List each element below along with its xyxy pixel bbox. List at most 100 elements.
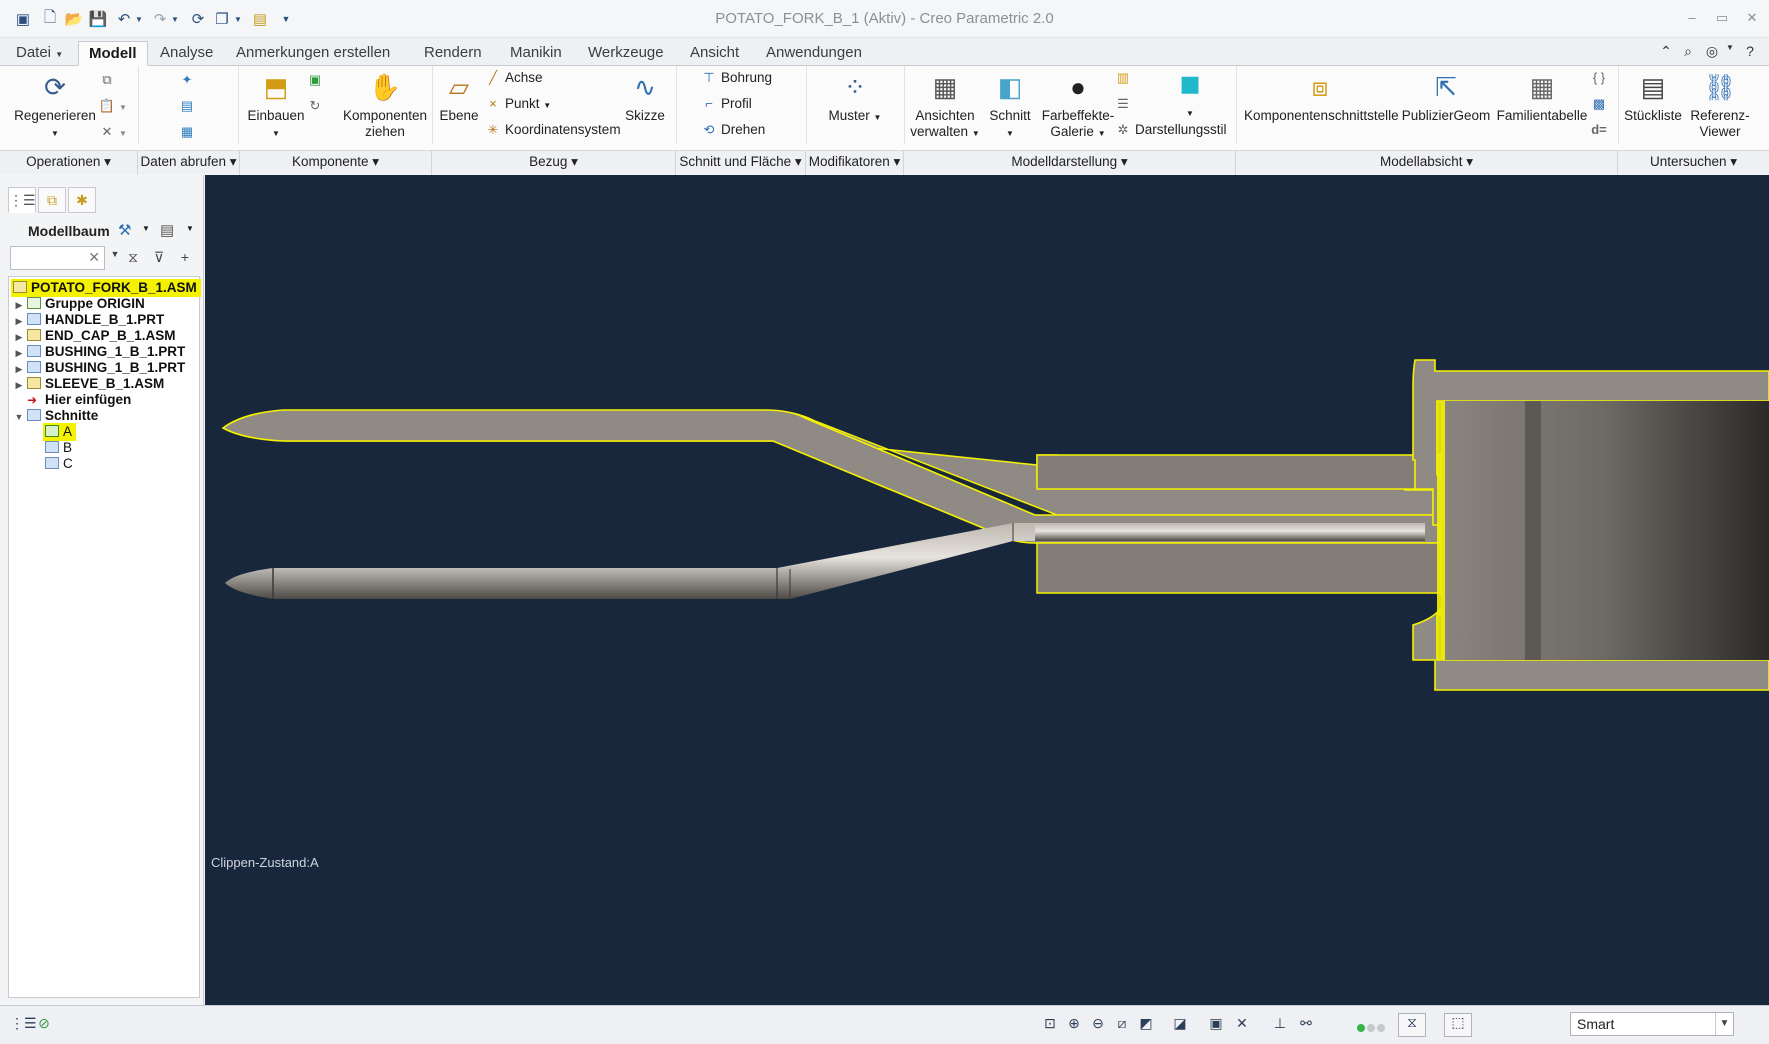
tree-settings-icon[interactable]: ⚒: [118, 221, 131, 239]
tab-werkzeuge[interactable]: Werkzeuge: [578, 41, 674, 66]
tab-anmerkungen-erstellen[interactable]: Anmerkungen erstellen: [226, 41, 400, 66]
model-tree-tab-icon[interactable]: ⋮☰: [8, 187, 36, 213]
find-binoculars-icon[interactable]: ⧖: [1398, 1013, 1426, 1037]
search-icon[interactable]: ⌕: [1678, 43, 1698, 61]
tab-ansicht[interactable]: Ansicht: [680, 41, 749, 66]
minimize-button[interactable]: –: [1680, 10, 1704, 28]
farbeffekte-galerie-button[interactable]: ● Farbeffekte- Galerie ▼: [1036, 70, 1120, 142]
paste-button[interactable]: 📋 ▼: [98, 96, 127, 116]
display-style-small-1[interactable]: ▥: [1114, 68, 1135, 88]
maximize-button[interactable]: ▭: [1710, 10, 1734, 28]
muster-button[interactable]: ⁘ Muster ▼: [820, 70, 890, 126]
tab-manikin[interactable]: Manikin: [500, 41, 572, 66]
search-dropdown-icon[interactable]: ▼: [106, 249, 124, 267]
tab-modell[interactable]: Modell: [78, 41, 148, 66]
tab-anwendungen[interactable]: Anwendungen: [756, 41, 872, 66]
group-komponente[interactable]: Komponente ▾: [240, 151, 432, 175]
minimize-ribbon-icon[interactable]: ⌃: [1656, 43, 1676, 61]
data-share-button[interactable]: ✦: [178, 70, 199, 90]
group-daten-abrufen[interactable]: Daten abrufen ▾: [138, 151, 240, 175]
tree-node-section-c[interactable]: C: [43, 455, 73, 473]
tree-search-input[interactable]: ✕: [10, 246, 105, 270]
tree-settings-dropdown-icon[interactable]: ▼: [142, 224, 150, 233]
regenerieren-button[interactable]: ⟳ Regenerieren ▼: [10, 70, 100, 142]
group-modellabsicht[interactable]: Modellabsicht ▾: [1236, 151, 1618, 175]
zoom-out-icon[interactable]: ⊖: [1088, 1015, 1108, 1035]
stueckliste-button[interactable]: ▤ Stückliste: [1618, 70, 1688, 124]
parameters-button[interactable]: { }: [1590, 68, 1611, 88]
close-button[interactable]: ✕: [1740, 10, 1764, 28]
group-schnitt-und-flaeche[interactable]: Schnitt und Fläche ▾: [676, 151, 806, 175]
graphics-viewport[interactable]: Clippen-Zustand:A: [205, 175, 1769, 1005]
binoculars-icon[interactable]: ⧖: [124, 249, 142, 267]
repaint-icon[interactable]: ⧄: [1112, 1015, 1132, 1035]
schnitt-button[interactable]: ◧ Schnitt ▼: [982, 70, 1038, 142]
komponentenschnittstelle-button[interactable]: ⧈ Komponentenschnittstelle: [1244, 70, 1399, 124]
community-icon[interactable]: ◎: [1702, 43, 1722, 61]
display-cube-button[interactable]: ◼ ▼: [1166, 66, 1214, 122]
node-label: BUSHING_1_B_1.PRT: [45, 360, 186, 375]
copy-button[interactable]: ⧉: [98, 70, 119, 90]
repeat-button[interactable]: ↻: [306, 96, 327, 116]
navigator-toggle-icon[interactable]: ⋮☰: [10, 1015, 37, 1035]
status-light-icon: [1357, 1024, 1365, 1032]
drehen-button[interactable]: ⟲ Drehen: [700, 120, 766, 140]
community-dropdown-icon[interactable]: ▼: [1720, 43, 1740, 61]
profil-button[interactable]: ⌐ Profil: [700, 94, 752, 114]
tab-analyse[interactable]: Analyse: [150, 41, 223, 66]
group-untersuchen[interactable]: Untersuchen ▾: [1618, 151, 1769, 175]
clear-search-icon[interactable]: ✕: [88, 249, 100, 266]
3d-box-icon[interactable]: ⬚: [1444, 1013, 1472, 1037]
relations-button[interactable]: d=: [1590, 120, 1611, 140]
copy-icon: ⧉: [102, 72, 112, 87]
punkt-button[interactable]: × Punkt ▼: [484, 94, 551, 114]
group-label: Daten abrufen: [140, 154, 227, 169]
group-bezug[interactable]: Bezug ▾: [432, 151, 676, 175]
display-style-small-2[interactable]: ☰: [1114, 94, 1135, 114]
copy-geom-button[interactable]: ▦: [178, 122, 199, 142]
help-icon[interactable]: ?: [1740, 43, 1760, 61]
group-modelldarstellung[interactable]: Modelldarstellung ▾: [904, 151, 1236, 175]
display-style-icon[interactable]: ◪: [1170, 1015, 1190, 1035]
skizze-button[interactable]: ∿ Skizze: [620, 70, 670, 124]
group-modifikatoren[interactable]: Modifikatoren ▾: [806, 151, 904, 175]
referenz-viewer-button[interactable]: ⛓ Referenz- Viewer: [1684, 70, 1756, 140]
ebene-button[interactable]: ▱ Ebene: [434, 70, 484, 124]
view-manager-icon[interactable]: ▣: [1206, 1015, 1226, 1035]
show-icon[interactable]: ▤: [160, 221, 174, 239]
ansichten-verwalten-button[interactable]: ▦ Ansichten verwalten ▼: [904, 70, 986, 142]
group-operationen[interactable]: Operationen ▾: [0, 151, 138, 175]
view-manager-icon: ▦: [932, 72, 958, 102]
bohrung-button[interactable]: ⊤ Bohrung: [700, 68, 772, 88]
komponenten-ziehen-button[interactable]: ✋ Komponenten ziehen: [340, 70, 430, 140]
achse-button[interactable]: ╱ Achse: [484, 68, 542, 88]
merge-button[interactable]: ▤: [178, 96, 199, 116]
tab-datei[interactable]: Datei ▼: [6, 41, 73, 66]
annotation-display-icon[interactable]: ⊥: [1270, 1015, 1290, 1035]
darstellungsstil-button[interactable]: ✲ Darstellungsstil: [1114, 120, 1227, 140]
spin-center-icon[interactable]: ⚯: [1296, 1015, 1316, 1035]
chevron-down-icon[interactable]: ▼: [1715, 1013, 1733, 1035]
node-label: C: [63, 456, 73, 471]
create-component-button[interactable]: ▣: [306, 70, 327, 90]
selection-filter-select[interactable]: Smart ▼: [1570, 1012, 1734, 1036]
relations-grid-button[interactable]: ▩: [1590, 94, 1611, 114]
add-column-icon[interactable]: +: [176, 249, 194, 267]
refit-icon[interactable]: ⊡: [1040, 1015, 1060, 1035]
familientabelle-button[interactable]: ▦ Familientabelle: [1494, 70, 1590, 124]
koordinatensystem-button[interactable]: ✳ Koordinatensystem: [484, 120, 621, 140]
filter-icon[interactable]: ⊽: [150, 249, 168, 267]
folder-browser-tab-icon[interactable]: ⧉: [38, 187, 66, 213]
saved-orientations-icon[interactable]: ◩: [1136, 1015, 1156, 1035]
datum-display-icon[interactable]: ✕: [1232, 1015, 1252, 1035]
browser-toggle-icon[interactable]: ⊘: [34, 1015, 54, 1035]
einbauen-button[interactable]: ⬒ Einbauen ▼: [240, 70, 312, 142]
zoom-in-icon[interactable]: ⊕: [1064, 1015, 1084, 1035]
tab-rendern[interactable]: Rendern: [414, 41, 492, 66]
delete-button[interactable]: ✕ ▼: [98, 122, 127, 142]
collapse-icon[interactable]: ▼: [13, 408, 25, 426]
favorites-tab-icon[interactable]: ✱: [68, 187, 96, 213]
publiziergeom-button[interactable]: ⇱ PublizierGeom: [1398, 70, 1494, 124]
show-dropdown-icon[interactable]: ▼: [186, 224, 194, 233]
profile-icon: ⌐: [705, 96, 713, 111]
